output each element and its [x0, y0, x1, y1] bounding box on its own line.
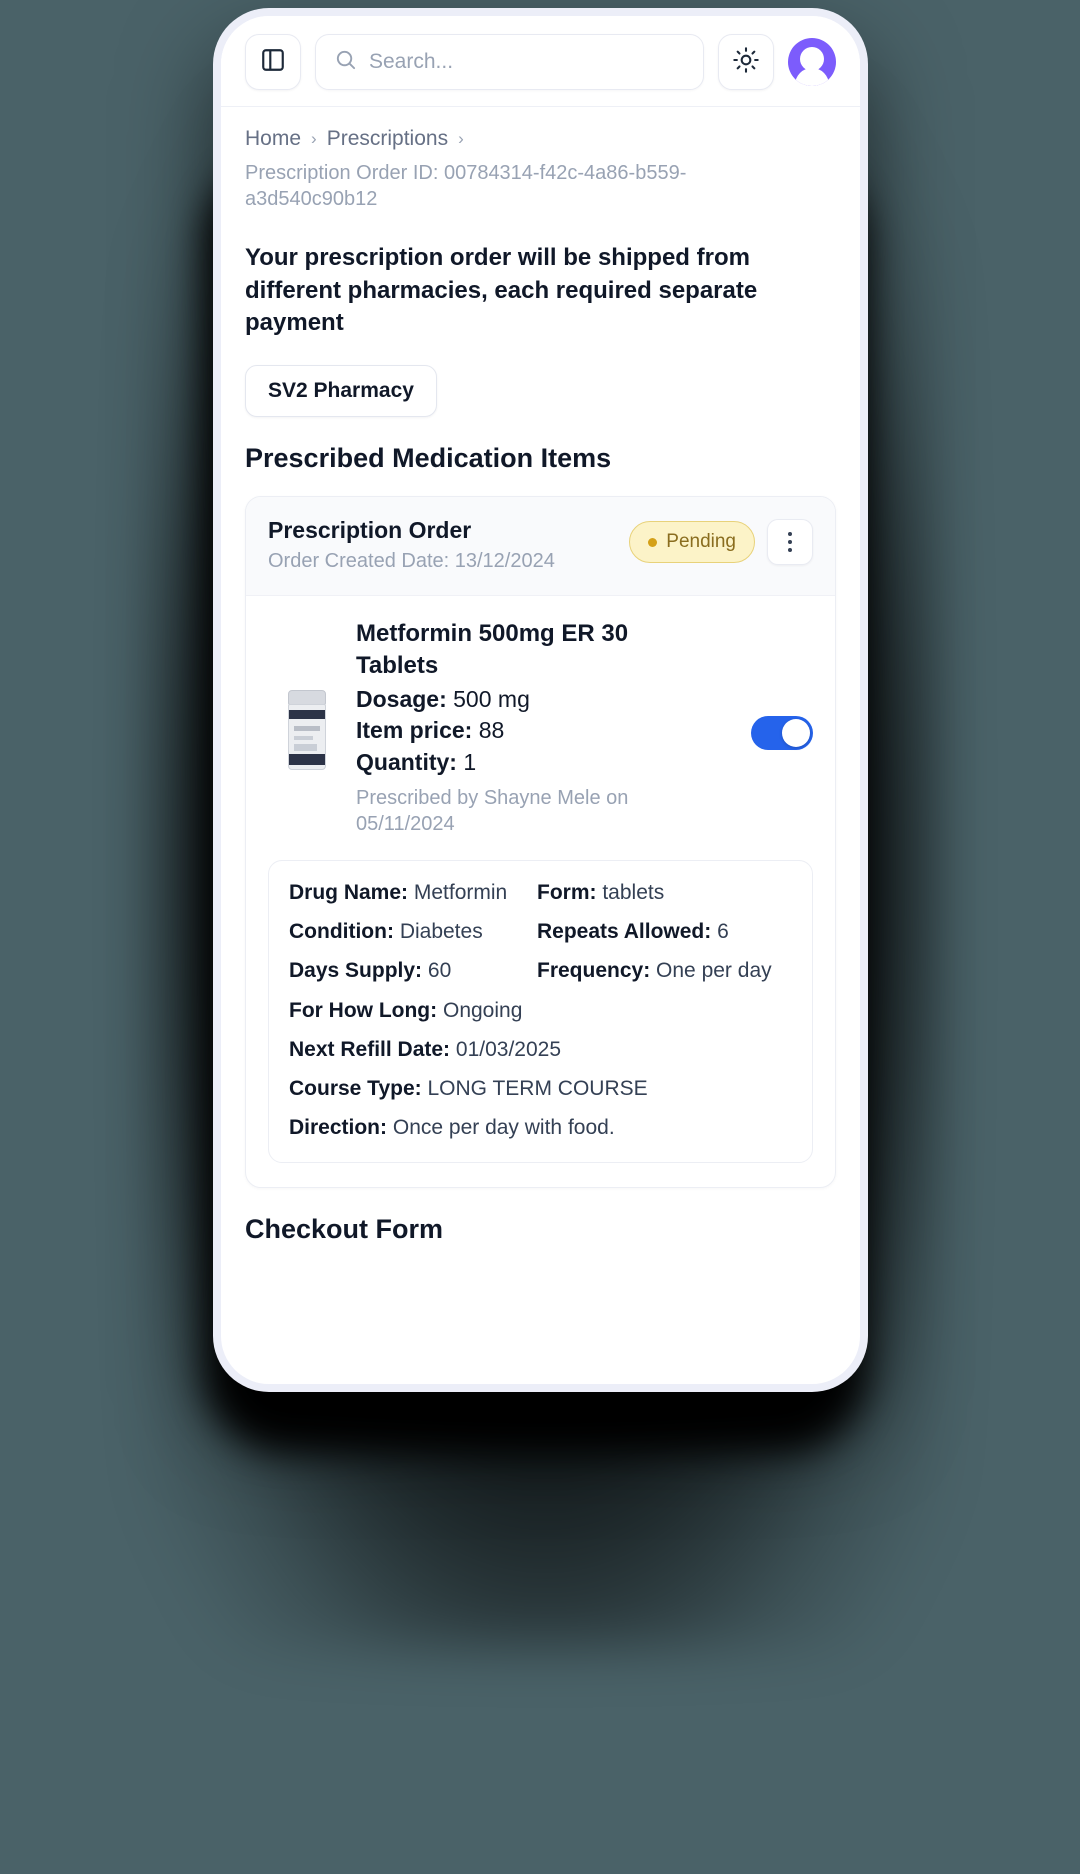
- status-dot-icon: [648, 537, 658, 547]
- detail-repeats-allowed-value: 6: [717, 919, 729, 943]
- detail-form: Form: tablets: [537, 879, 792, 906]
- detail-course-type-label: Course Type:: [289, 1077, 422, 1101]
- detail-course-type-value: LONG TERM COURSE: [427, 1077, 648, 1101]
- prescription-card-body: Metformin 500mg ER 30 Tablets Dosage: 50…: [246, 596, 835, 1186]
- status-badge-label: Pending: [666, 531, 736, 553]
- order-created-date: Order Created Date: 13/12/2024: [268, 550, 555, 573]
- sun-icon: [733, 46, 759, 78]
- checkout-form-title: Checkout Form: [245, 1213, 444, 1244]
- medication-dosage-value: 500 mg: [453, 685, 530, 712]
- breadcrumb: Home › Prescriptions ›: [245, 127, 836, 151]
- chevron-right-icon-2: ›: [458, 129, 464, 148]
- phone-screen: Home › Prescriptions › Prescription Orde…: [221, 16, 860, 1384]
- detail-frequency-value: One per day: [656, 959, 772, 983]
- shipping-notice: Your prescription order will be shipped …: [245, 244, 758, 336]
- detail-condition-value: Diabetes: [399, 919, 483, 943]
- toggle-knob: [782, 719, 810, 748]
- main-content: Home › Prescriptions › Prescription Orde…: [221, 107, 860, 1384]
- medication-prescriber: Prescribed by Shayne Mele on 05/11/2024: [356, 786, 629, 836]
- prescription-order-title: Prescription Order: [268, 517, 472, 544]
- detail-form-value: tablets: [602, 880, 665, 904]
- medication-name: Metformin 500mg ER 30 Tablets: [356, 620, 629, 680]
- chevron-right-icon: ›: [311, 129, 317, 148]
- detail-condition: Condition: Diabetes: [289, 918, 537, 945]
- breadcrumb-item-home[interactable]: Home: [245, 127, 301, 151]
- medication-quantity-label: Quantity:: [356, 749, 457, 776]
- top-bar: [221, 16, 860, 107]
- medication-toggle-wrapper: [751, 618, 813, 751]
- prescription-card-header-actions: Pending: [629, 517, 813, 566]
- detail-repeats-allowed-label: Repeats Allowed:: [537, 919, 712, 943]
- avatar-body-icon: [795, 68, 829, 86]
- kebab-dot-3-icon: [788, 548, 792, 553]
- detail-frequency-label: Frequency:: [537, 959, 651, 983]
- medication-row: Metformin 500mg ER 30 Tablets Dosage: 50…: [268, 618, 813, 837]
- pill-bottle-image: [268, 618, 346, 771]
- detail-drug-name-value: Metformin: [413, 880, 508, 904]
- breadcrumb-item-prescriptions[interactable]: Prescriptions: [327, 127, 448, 151]
- detail-for-how-long-value: Ongoing: [442, 998, 523, 1022]
- search-box[interactable]: [315, 34, 704, 90]
- prescription-order-id: Prescription Order ID: 00784314-f42c-4a8…: [245, 162, 687, 210]
- medication-price: Item price: 88: [356, 715, 741, 747]
- detail-next-refill-date: Next Refill Date: 01/03/2025: [289, 1036, 792, 1063]
- detail-form-label: Form:: [537, 880, 597, 904]
- kebab-dot-1-icon: [788, 532, 792, 537]
- kebab-menu-button[interactable]: [767, 519, 813, 566]
- phone-frame: Home › Prescriptions › Prescription Orde…: [213, 8, 868, 1392]
- search-icon: [334, 48, 357, 76]
- medication-quantity-value: 1: [463, 749, 477, 776]
- detail-direction-label: Direction:: [289, 1116, 388, 1140]
- medication-info: Metformin 500mg ER 30 Tablets Dosage: 50…: [356, 618, 741, 837]
- detail-days-supply: Days Supply: 60: [289, 957, 537, 984]
- medication-dosage-label: Dosage:: [356, 685, 447, 712]
- theme-toggle-button[interactable]: [718, 34, 774, 90]
- detail-days-supply-label: Days Supply:: [289, 959, 423, 983]
- page-title: Prescribed Medication Items: [245, 443, 612, 474]
- detail-direction: Direction: Once per day with food.: [289, 1114, 792, 1141]
- detail-next-refill-date-label: Next Refill Date:: [289, 1037, 451, 1061]
- detail-drug-name-label: Drug Name:: [289, 880, 409, 904]
- medication-price-label: Item price:: [356, 717, 473, 744]
- detail-for-how-long: For How Long: Ongoing: [289, 997, 792, 1024]
- medication-details-grid: Drug Name: Metformin Form: tablets Condi…: [289, 879, 792, 1142]
- kebab-dot-2-icon: [788, 540, 792, 545]
- medication-price-value: 88: [478, 717, 505, 744]
- detail-condition-label: Condition:: [289, 919, 394, 943]
- panel-left-icon: [260, 47, 286, 78]
- prescription-card: Prescription Order Order Created Date: 1…: [245, 496, 836, 1188]
- detail-days-supply-value: 60: [427, 959, 452, 983]
- detail-for-how-long-label: For How Long:: [289, 998, 438, 1022]
- status-badge: Pending: [629, 521, 755, 564]
- medication-include-toggle[interactable]: [751, 716, 813, 751]
- medication-dosage: Dosage: 500 mg: [356, 684, 741, 716]
- detail-next-refill-date-value: 01/03/2025: [455, 1037, 561, 1061]
- medication-details-box: Drug Name: Metformin Form: tablets Condi…: [268, 859, 813, 1163]
- prescription-card-header-text: Prescription Order Order Created Date: 1…: [268, 517, 555, 573]
- sidebar-toggle-button[interactable]: [245, 34, 301, 90]
- detail-course-type: Course Type: LONG TERM COURSE: [289, 1075, 792, 1102]
- detail-frequency: Frequency: One per day: [537, 957, 792, 984]
- detail-repeats-allowed: Repeats Allowed: 6: [537, 918, 792, 945]
- avatar[interactable]: [788, 38, 836, 86]
- detail-drug-name: Drug Name: Metformin: [289, 879, 537, 906]
- medication-quantity: Quantity: 1: [356, 747, 741, 779]
- prescription-card-header: Prescription Order Order Created Date: 1…: [246, 497, 835, 597]
- detail-direction-value: Once per day with food.: [392, 1116, 615, 1140]
- search-input[interactable]: [369, 50, 685, 74]
- pharmacy-tab[interactable]: SV2 Pharmacy: [245, 365, 437, 418]
- checkout-section: Checkout Form: [245, 1188, 836, 1245]
